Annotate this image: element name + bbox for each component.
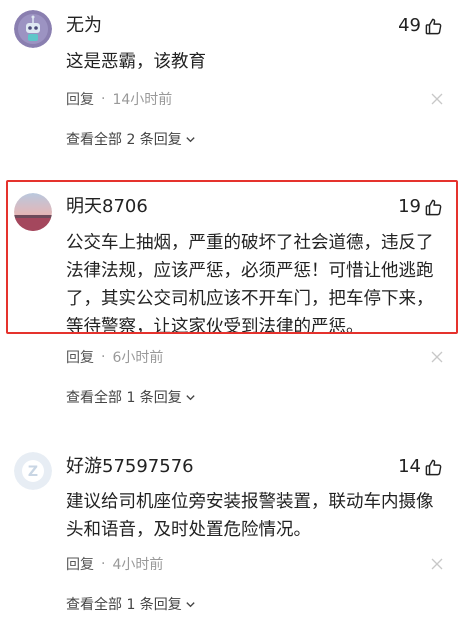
timestamp: 14小时前 — [112, 92, 173, 108]
username[interactable]: 无为 — [66, 15, 102, 37]
chevron-down-icon — [186, 136, 195, 142]
separator-dot: · — [101, 349, 106, 365]
close-icon[interactable] — [431, 351, 443, 363]
comment-item: 明天8706 19 公交车上抽烟，严重的破坏了社会道德，违反了法律法规，应该严惩… — [0, 180, 465, 420]
view-all-replies-button[interactable]: 查看全部 2 条回复 — [66, 128, 196, 150]
close-icon[interactable] — [431, 558, 443, 570]
separator-dot: · — [101, 91, 106, 107]
view-all-replies-button[interactable]: 查看全部 1 条回复 — [66, 386, 196, 408]
robot-avatar-icon[interactable] — [14, 10, 52, 48]
thumbs-up-icon — [425, 199, 442, 215]
reply-button[interactable]: 回复 — [66, 89, 94, 109]
like-button[interactable]: 49 — [398, 14, 443, 38]
comment-list: 无为 49 这是恶霸，该教育 回复 · 14小时前 查看全部 2 条回复 明天8… — [0, 0, 465, 619]
thumbs-up-icon — [425, 459, 442, 475]
comment-meta: 回复 · 6小时前 — [66, 346, 443, 368]
username[interactable]: 明天8706 — [66, 196, 148, 218]
separator-dot: · — [101, 556, 106, 572]
comment-text: 公交车上抽烟，严重的破坏了社会道德，违反了法律法规，应该严惩，必须严惩！可惜让他… — [66, 233, 434, 337]
like-count: 19 — [398, 196, 421, 217]
thumbs-up-icon — [425, 18, 442, 34]
reply-button[interactable]: 回复 — [66, 347, 94, 367]
like-button[interactable]: 19 — [398, 195, 443, 219]
timestamp: 6小时前 — [112, 350, 164, 366]
comment-meta: 回复 · 4小时前 — [66, 553, 443, 575]
chevron-down-icon — [186, 601, 195, 607]
username[interactable]: 好游57597576 — [66, 456, 194, 478]
sunset-photo-avatar-icon[interactable] — [14, 193, 52, 231]
view-all-replies-button[interactable]: 查看全部 1 条回复 — [66, 593, 196, 615]
like-count: 14 — [398, 456, 421, 477]
reply-button[interactable]: 回复 — [66, 554, 94, 574]
close-icon[interactable] — [431, 93, 443, 105]
comment-item: 无为 49 这是恶霸，该教育 回复 · 14小时前 查看全部 2 条回复 — [0, 0, 465, 160]
default-avatar-icon[interactable]: Z — [14, 452, 52, 490]
view-all-replies-label: 查看全部 1 条回复 — [66, 390, 182, 406]
view-all-replies-label: 查看全部 1 条回复 — [66, 597, 182, 613]
svg-text:Z: Z — [28, 464, 38, 480]
chevron-down-icon — [186, 394, 195, 400]
comment-text: 建议给司机座位旁安装报警装置，联动车内摄像头和语音，及时处置危险情况。 — [66, 492, 434, 540]
like-button[interactable]: 14 — [398, 455, 443, 479]
comment-item: Z 好游57597576 14 建议给司机座位旁安装报警装置，联动车内摄像头和语… — [0, 440, 465, 619]
timestamp: 4小时前 — [112, 557, 164, 573]
like-count: 49 — [398, 15, 421, 36]
comment-meta: 回复 · 14小时前 — [66, 88, 443, 110]
view-all-replies-label: 查看全部 2 条回复 — [66, 132, 182, 148]
comment-text: 这是恶霸，该教育 — [66, 52, 206, 72]
